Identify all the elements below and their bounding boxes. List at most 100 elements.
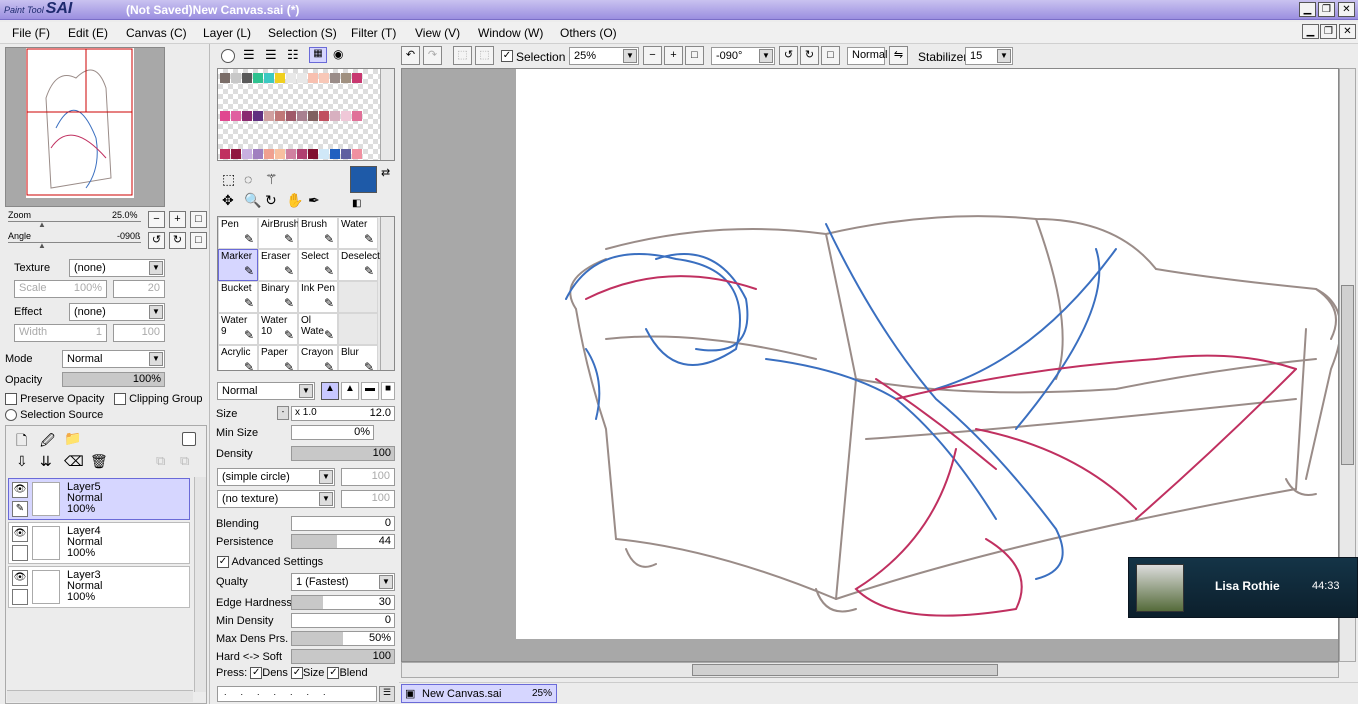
persistence-slider[interactable]: 44 [291, 534, 395, 549]
menu-canvas[interactable]: Canvas (C) [126, 26, 187, 40]
opacity-slider[interactable]: 100% [62, 372, 165, 387]
undo-button[interactable]: ↶ [401, 46, 420, 65]
color-swatch[interactable] [253, 73, 263, 83]
navigator-preview[interactable] [5, 47, 165, 207]
zoom-reset-button[interactable]: □ [190, 211, 207, 228]
zoom-dropdown[interactable]: 25% ▼ [569, 47, 639, 65]
restore-button[interactable]: ❐ [1318, 2, 1335, 17]
press-blend-checkbox[interactable]: ✓ [327, 667, 340, 680]
new-linework-layer-icon[interactable]: 🖉 [40, 430, 55, 454]
zoom-slider-handle[interactable]: ▲ [38, 220, 46, 229]
color-swatch[interactable] [330, 111, 340, 121]
tool-grid-scrollbar[interactable] [380, 217, 394, 370]
press-size-checkbox[interactable]: ✓ [291, 667, 303, 680]
swatches-tab-icon[interactable]: ▦ [309, 47, 327, 63]
color-swatch[interactable] [220, 111, 230, 121]
effect-dropdown[interactable]: (none) ▼ [69, 303, 165, 321]
presets-menu-button[interactable]: ☰ [379, 686, 395, 702]
brush-shape-tip-4[interactable]: ■ [381, 382, 395, 400]
color-swatch[interactable] [231, 111, 241, 121]
color-list-icon[interactable]: ☷ [287, 47, 299, 63]
menu-file[interactable]: File (F) [12, 26, 50, 40]
trash-icon[interactable]: 🗑 [90, 453, 108, 470]
brush-texture-dropdown[interactable]: (no texture) ▼ [217, 490, 335, 508]
tool-crayon[interactable]: Crayon ✎ [298, 345, 338, 370]
color-swatch[interactable] [220, 73, 230, 83]
color-swatch[interactable] [264, 111, 274, 121]
menu-others[interactable]: Others (O) [560, 26, 617, 40]
minimize-button[interactable]: ▁ [1299, 2, 1316, 17]
swatch-scrollbar[interactable] [380, 69, 394, 160]
brush-shape-tip-1[interactable]: ▲ [321, 382, 339, 400]
eye-icon[interactable]: 👁 [12, 526, 28, 542]
eye-icon[interactable]: 👁 [12, 482, 28, 498]
tool-acrylic[interactable]: Acrylic ✎ [218, 345, 258, 370]
menu-edit[interactable]: Edit (E) [68, 26, 108, 40]
color-swatch[interactable] [297, 111, 307, 121]
toolbar-zoom-reset-button[interactable]: □ [685, 46, 704, 65]
tool-eraser[interactable]: Eraser ✎ [258, 249, 298, 281]
selection-source-checkbox[interactable] [5, 409, 17, 422]
doc-close-button[interactable]: ✕ [1339, 24, 1356, 39]
angle-slider[interactable] [8, 242, 141, 243]
color-swatch[interactable] [264, 73, 274, 83]
transfer-down-icon[interactable]: ⇩ [16, 453, 28, 470]
clear-layer-icon[interactable]: ⌫ [64, 453, 84, 470]
rgb-slider-icon[interactable]: ☰ [243, 47, 255, 63]
brush-shape-dropdown[interactable]: (simple circle) ▼ [217, 468, 335, 486]
angle-dropdown[interactable]: -090° ▼ [711, 47, 775, 65]
tool-binary[interactable]: Binary ✎ [258, 281, 298, 313]
menu-filter[interactable]: Filter (T) [351, 26, 396, 40]
color-swatch[interactable] [220, 149, 230, 159]
color-swatch[interactable] [319, 73, 329, 83]
brush-shape-tip-2[interactable]: ▲ [341, 382, 359, 400]
color-swatch[interactable] [231, 73, 241, 83]
selection-checkbox[interactable]: ✓ [501, 50, 513, 62]
color-swatch[interactable] [286, 111, 296, 121]
max-dens-prs-slider[interactable]: 50% [291, 631, 395, 646]
canvas-page[interactable] [516, 69, 1338, 639]
toolbar-zoom-in-button[interactable]: + [664, 46, 683, 65]
color-swatch[interactable] [319, 149, 329, 159]
menu-selection[interactable]: Selection (S) [268, 26, 337, 40]
reset-colors-icon[interactable]: ◧ [352, 198, 361, 209]
rotate-right-button[interactable]: ↻ [169, 232, 186, 249]
doc-restore-button[interactable]: ❐ [1320, 24, 1337, 39]
tool-water-9[interactable]: Water 9 ✎ [218, 313, 258, 345]
call-notification[interactable]: Lisa Rothie 44:33 [1128, 557, 1358, 618]
color-swatch[interactable] [341, 149, 351, 159]
tool-pen[interactable]: Pen ✎ [218, 217, 258, 249]
eyedropper-icon[interactable]: ✒ [308, 192, 320, 209]
angle-slider-handle[interactable]: ▲ [38, 241, 46, 250]
size-mult-dropdown[interactable]: - [277, 406, 289, 420]
color-wheel-icon[interactable] [221, 49, 235, 63]
tool-water-10[interactable]: Water 10 ✎ [258, 313, 298, 345]
brush-shape-tip-3[interactable]: ▬ [361, 382, 379, 400]
tool-blur[interactable]: Blur ✎ [338, 345, 378, 370]
zoom-out-button[interactable]: − [148, 211, 165, 228]
blending-slider[interactable]: 0 [291, 516, 395, 531]
toolbar-rotate-right-button[interactable]: ↻ [800, 46, 819, 65]
rotate-left-button[interactable]: ↺ [148, 232, 165, 249]
magic-wand-icon[interactable]: ⚚ [265, 171, 278, 188]
view-mode-field[interactable]: Normal [847, 47, 887, 65]
color-swatch[interactable] [231, 149, 241, 159]
layer-row-layer4[interactable]: 👁 Layer4 Normal 100% [8, 522, 190, 564]
color-swatch[interactable] [242, 111, 252, 121]
clipping-group-checkbox[interactable] [114, 393, 126, 406]
primary-color-swatch[interactable] [350, 166, 377, 193]
toolbar-zoom-out-button[interactable]: − [643, 46, 662, 65]
swatch-grid[interactable] [217, 68, 395, 161]
layer-mode-dropdown[interactable]: Normal ▼ [62, 350, 165, 368]
deselect-button[interactable]: ⬚ [453, 46, 472, 65]
rect-select-icon[interactable]: ⬚ [222, 171, 235, 188]
tool-bucket[interactable]: Bucket ✎ [218, 281, 258, 313]
color-swatch[interactable] [330, 149, 340, 159]
quality-dropdown[interactable]: 1 (Fastest) ▼ [291, 573, 395, 591]
color-swatch[interactable] [275, 111, 285, 121]
color-swatch[interactable] [253, 149, 263, 159]
merge-down-icon[interactable]: ⇊ [40, 453, 52, 470]
redo-button[interactable]: ↷ [423, 46, 442, 65]
document-tab[interactable]: ▣ New Canvas.sai 25% [401, 684, 557, 703]
zoom-icon[interactable]: 🔍 [244, 192, 261, 209]
